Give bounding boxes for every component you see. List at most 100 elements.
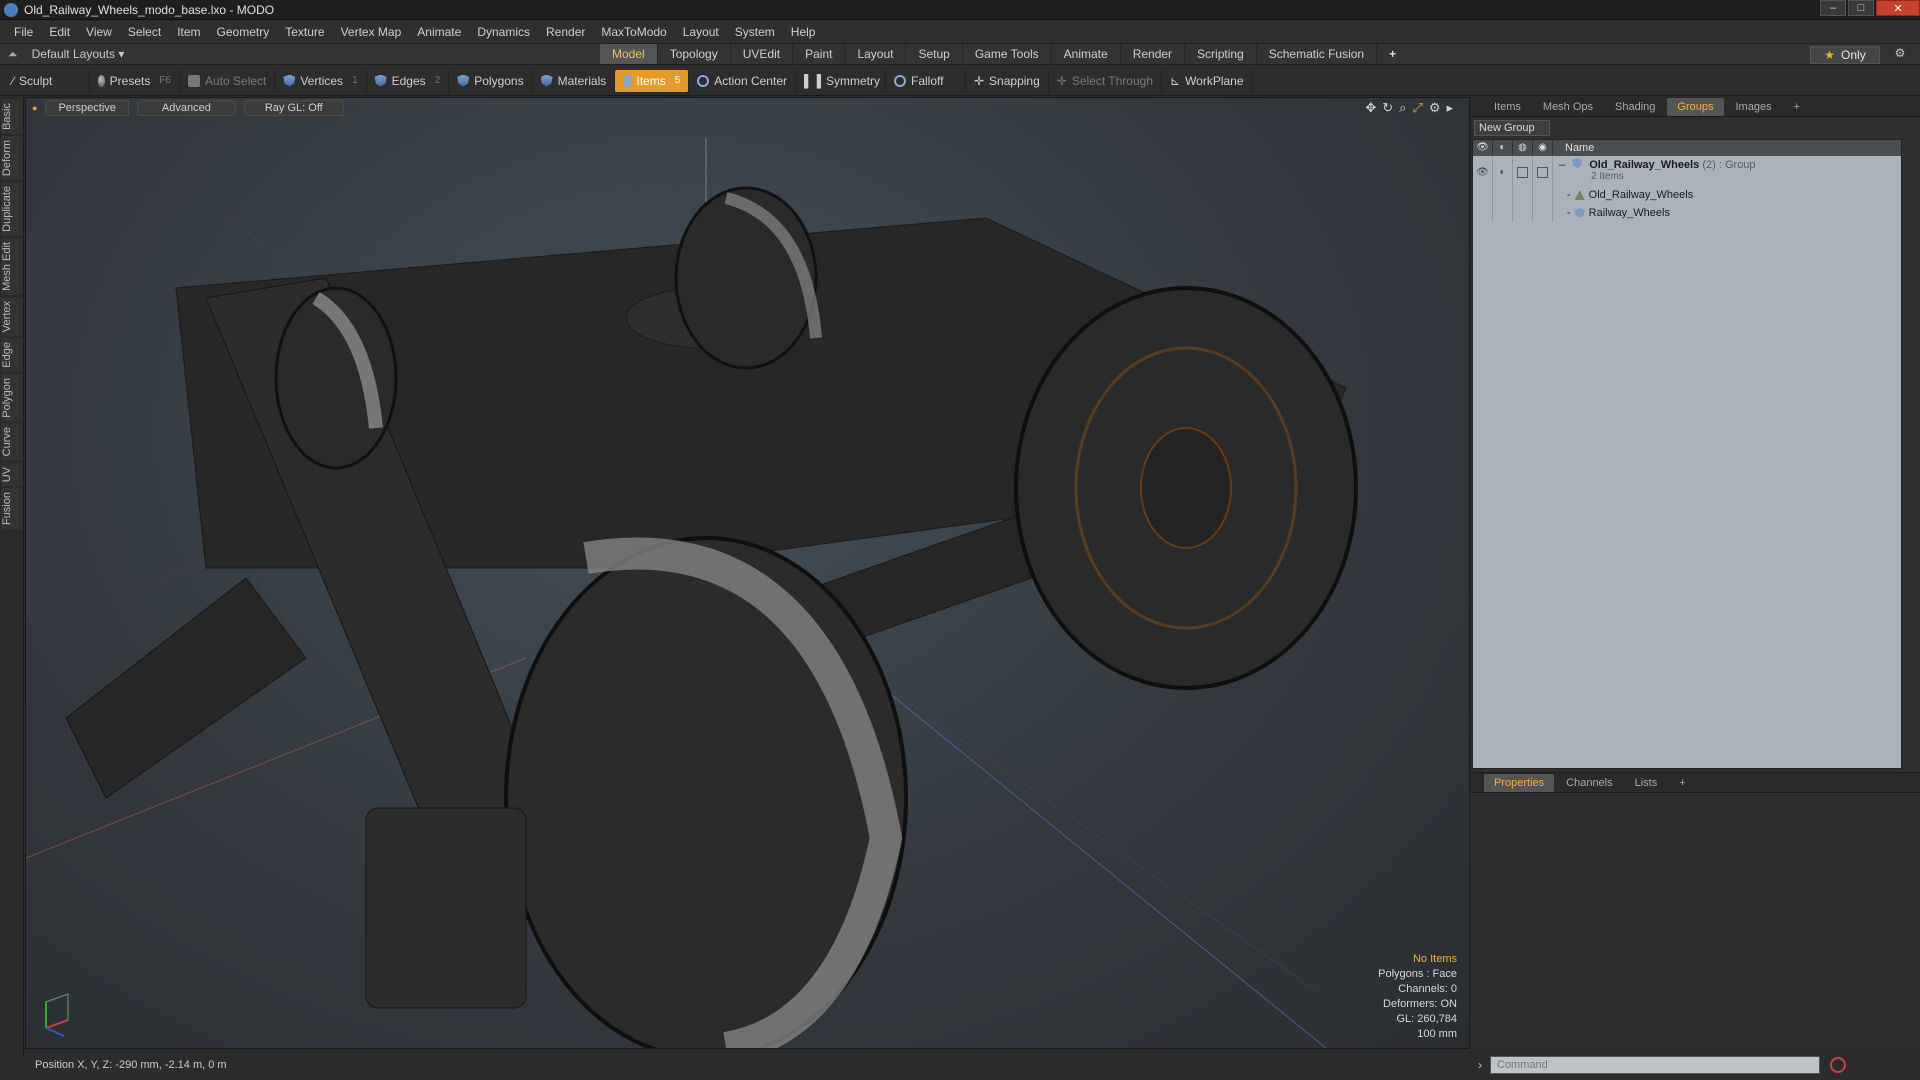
group-visibility-eye-icon[interactable]: 👁: [1473, 158, 1493, 186]
minimize-button[interactable]: –: [1820, 0, 1846, 16]
menu-view[interactable]: View: [78, 25, 120, 39]
menu-render[interactable]: Render: [538, 25, 593, 39]
expand-group-icon[interactable]: –: [1559, 159, 1565, 171]
vtab-vertex[interactable]: Vertex: [1, 296, 23, 336]
vtab-basic[interactable]: Basic: [1, 99, 23, 134]
tab-items[interactable]: Items: [1484, 98, 1531, 116]
tab-scripting[interactable]: Scripting: [1185, 44, 1257, 64]
add-panel-tab-button[interactable]: +: [1784, 98, 1810, 116]
menu-file[interactable]: File: [6, 25, 41, 39]
properties-tabs: Properties Channels Lists +: [1472, 773, 1920, 793]
vtab-edge[interactable]: Edge: [1, 337, 23, 372]
close-button[interactable]: ✕: [1876, 0, 1920, 16]
action-center-button[interactable]: Action Center: [689, 69, 796, 92]
vtab-uv[interactable]: UV: [1, 462, 23, 487]
tab-topology[interactable]: Topology: [658, 44, 731, 64]
auto-select-button[interactable]: Auto Select: [180, 69, 276, 92]
tab-groups[interactable]: Groups: [1667, 97, 1724, 116]
menu-select[interactable]: Select: [120, 25, 169, 39]
vtab-curve[interactable]: Curve: [1, 423, 23, 461]
tab-layout[interactable]: Layout: [845, 44, 907, 64]
vtab-duplicate[interactable]: Duplicate: [1, 181, 23, 236]
tab-game-tools[interactable]: Game Tools: [963, 44, 1052, 64]
maximize-button[interactable]: □: [1848, 0, 1874, 16]
tab-lists[interactable]: Lists: [1625, 774, 1668, 792]
menu-texture[interactable]: Texture: [277, 25, 332, 39]
materials-button[interactable]: Materials: [533, 69, 616, 92]
group-child-row[interactable]: - Old_Railway_Wheels: [1473, 186, 1901, 204]
select-column-icon[interactable]: ◉: [1533, 140, 1553, 156]
tab-model[interactable]: Model: [600, 44, 658, 64]
items-button[interactable]: Items 5: [615, 69, 690, 92]
view-type-button[interactable]: Perspective: [45, 100, 129, 116]
tab-channels[interactable]: Channels: [1556, 774, 1622, 792]
render-column-icon[interactable]: ◐: [1493, 140, 1513, 156]
window-title: Old_Railway_Wheels_modo_base.lxo - MODO: [24, 2, 275, 17]
tab-images[interactable]: Images: [1726, 98, 1782, 116]
tab-mesh-ops[interactable]: Mesh Ops: [1533, 98, 1603, 116]
menu-animate[interactable]: Animate: [409, 25, 469, 39]
visibility-column-icon[interactable]: 👁: [1473, 140, 1493, 156]
gear-icon[interactable]: ⚙: [1890, 46, 1910, 64]
vtab-deform[interactable]: Deform: [1, 135, 23, 180]
viewport-expand-icon[interactable]: ▸: [1446, 100, 1453, 116]
tab-render[interactable]: Render: [1121, 44, 1186, 64]
edges-button[interactable]: Edges 2: [367, 69, 450, 92]
menu-item[interactable]: Item: [169, 25, 208, 39]
menu-edit[interactable]: Edit: [41, 25, 78, 39]
group-row[interactable]: 👁 ◐ – Old_Railway_Wheels (2) : Group 2 I…: [1473, 156, 1901, 186]
polygons-button[interactable]: Polygons: [449, 69, 533, 92]
vtab-polygon[interactable]: Polygon: [1, 373, 23, 422]
tab-shading[interactable]: Shading: [1605, 98, 1665, 116]
vtab-mesh-edit[interactable]: Mesh Edit: [1, 237, 23, 295]
sculpt-button[interactable]: ⁄ Sculpt: [4, 69, 90, 92]
menu-vertex-map[interactable]: Vertex Map: [333, 25, 410, 39]
menu-dynamics[interactable]: Dynamics: [469, 25, 538, 39]
collapse-up-icon[interactable]: ⏶: [8, 47, 18, 62]
record-macro-icon[interactable]: [1830, 1057, 1846, 1073]
select-through-button[interactable]: ✛ Select Through: [1049, 69, 1162, 92]
advanced-shading-button[interactable]: Advanced: [136, 100, 236, 116]
layouts-dropdown[interactable]: Default Layouts ▾: [32, 47, 125, 61]
command-input[interactable]: [1490, 1056, 1820, 1074]
menu-geometry[interactable]: Geometry: [209, 25, 278, 39]
snapping-button[interactable]: ✛ Snapping: [966, 69, 1049, 92]
zoom-view-icon[interactable]: ⌕: [1399, 100, 1406, 116]
presets-button[interactable]: Presets F6: [90, 69, 180, 92]
group-select-checkbox[interactable]: [1533, 158, 1553, 186]
name-column-header[interactable]: Name: [1553, 142, 1594, 154]
menu-help[interactable]: Help: [783, 25, 824, 39]
tab-uvedit[interactable]: UVEdit: [731, 44, 794, 64]
menu-layout[interactable]: Layout: [675, 25, 727, 39]
viewport-menu-dot-icon[interactable]: ●: [32, 103, 37, 113]
tab-properties[interactable]: Properties: [1484, 773, 1555, 792]
vtab-fusion[interactable]: Fusion: [1, 488, 23, 530]
lock-column-icon[interactable]: ◍: [1513, 140, 1533, 156]
vertices-button[interactable]: Vertices 1: [275, 69, 367, 92]
symmetry-button[interactable]: ▌▐ Symmetry: [796, 69, 886, 92]
group-lock-checkbox[interactable]: [1513, 158, 1533, 186]
tab-paint[interactable]: Paint: [793, 44, 846, 64]
workplane-button[interactable]: ⊾ WorkPlane: [1162, 69, 1253, 92]
3d-viewport[interactable]: ● Perspective Advanced Ray GL: Off ✥ ↻ ⌕…: [25, 97, 1470, 1049]
rotate-view-icon[interactable]: ↻: [1382, 100, 1393, 116]
fit-view-icon[interactable]: ⤢: [1412, 100, 1422, 116]
auto-select-label: Auto Select: [205, 73, 267, 88]
new-group-button[interactable]: New Group: [1474, 120, 1550, 136]
workplane-icon: ⊾: [1170, 73, 1181, 88]
tab-schematic-fusion[interactable]: Schematic Fusion: [1257, 44, 1378, 64]
move-view-icon[interactable]: ✥: [1365, 100, 1376, 116]
add-tab-button[interactable]: +: [1377, 44, 1408, 64]
raygl-button[interactable]: Ray GL: Off: [243, 100, 344, 116]
viewport-settings-icon[interactable]: ⚙: [1429, 100, 1441, 116]
add-props-tab-button[interactable]: +: [1669, 774, 1695, 792]
only-toggle[interactable]: ★ Only: [1810, 46, 1880, 64]
menu-maxtomodo[interactable]: MaxToModo: [593, 25, 674, 39]
layouts-area: ⏶ Default Layouts ▾: [0, 47, 600, 62]
tab-setup[interactable]: Setup: [906, 44, 963, 64]
tab-animate[interactable]: Animate: [1052, 44, 1121, 64]
menu-system[interactable]: System: [727, 25, 783, 39]
group-child-row[interactable]: - Railway_Wheels: [1473, 204, 1901, 222]
falloff-button[interactable]: Falloff: [886, 69, 966, 92]
group-render-icon[interactable]: ◐: [1493, 158, 1513, 186]
